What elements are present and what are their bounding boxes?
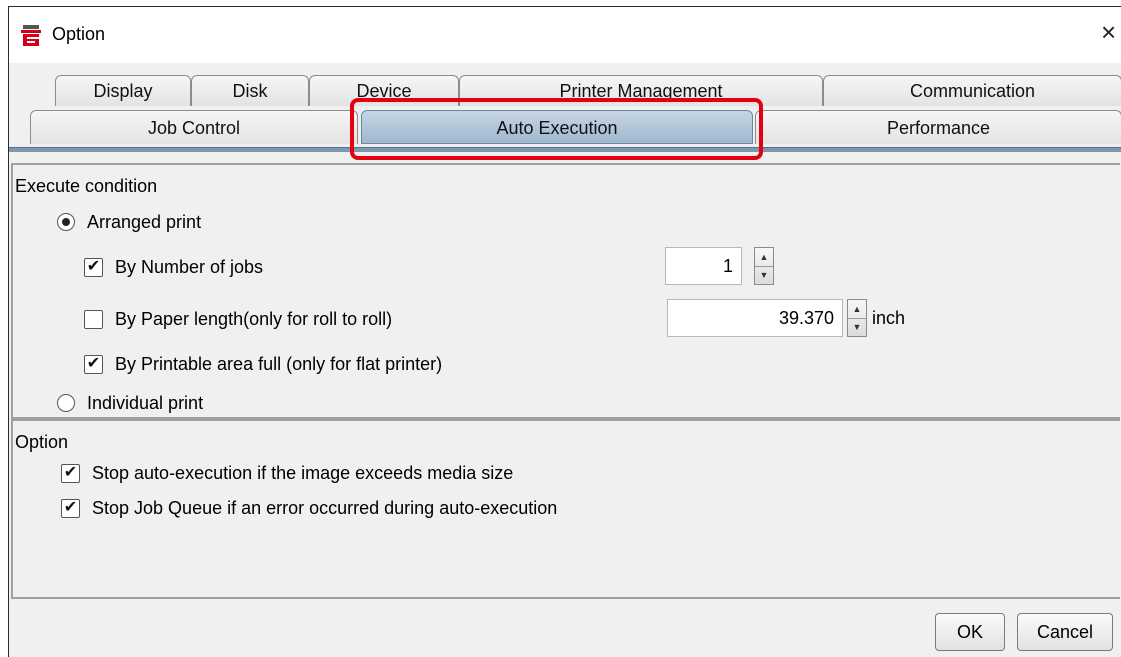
execute-condition-group: Execute condition Arranged print ✔ By Nu… [11,163,1120,419]
arranged-print-radio[interactable]: Arranged print [57,210,201,234]
stop-auto-execution-checkbox[interactable]: ✔ Stop auto-execution if the image excee… [61,461,513,485]
stop-job-queue-label: Stop Job Queue if an error occurred duri… [92,497,558,518]
cancel-button[interactable]: Cancel [1017,613,1113,651]
tab-content-border [9,147,1121,152]
tab-display[interactable]: Display [55,75,191,106]
spin-up-icon[interactable]: ▲ [755,248,773,267]
checkbox-unchecked-icon [84,309,103,329]
by-number-of-jobs-label: By Number of jobs [115,256,264,277]
radio-selected-icon [57,213,75,231]
tab-auto-execution[interactable]: Auto Execution [361,110,753,144]
checkbox-checked-icon: ✔ [84,354,103,374]
stop-auto-execution-label: Stop auto-execution if the image exceeds… [92,462,514,483]
spin-up-icon[interactable]: ▲ [848,300,866,319]
stop-job-queue-checkbox[interactable]: ✔ Stop Job Queue if an error occurred du… [61,496,557,520]
option-group: Option ✔ Stop auto-execution if the imag… [11,419,1120,599]
close-button[interactable]: × [1101,15,1121,51]
individual-print-radio[interactable]: Individual print [57,391,203,415]
spin-down-icon[interactable]: ▼ [755,266,773,284]
paper-length-field[interactable]: 39.370 [667,299,843,337]
individual-print-label: Individual print [87,392,204,413]
by-paper-length-checkbox[interactable]: By Paper length(only for roll to roll) [84,307,392,331]
tab-bar: Display Disk Device Printer Management C… [9,63,1121,155]
checkbox-checked-icon: ✔ [61,463,80,483]
option-dialog: Option × Display Disk Device Printer Man… [8,6,1121,657]
paper-length-spinner[interactable]: ▲ ▼ [847,299,867,337]
option-group-title: Option [15,432,69,452]
by-printable-area-label: By Printable area full (only for flat pr… [115,353,443,374]
radio-unselected-icon [57,394,75,412]
checkbox-checked-icon: ✔ [84,257,103,277]
tab-performance[interactable]: Performance [755,110,1121,144]
tab-communication[interactable]: Communication [823,75,1121,106]
by-paper-length-label: By Paper length(only for roll to roll) [115,308,393,329]
by-number-of-jobs-checkbox[interactable]: ✔ By Number of jobs [84,255,263,279]
close-icon: × [1101,17,1117,47]
tab-device[interactable]: Device [309,75,459,106]
arranged-print-label: Arranged print [87,211,202,232]
number-of-jobs-field[interactable]: 1 [665,247,742,285]
number-of-jobs-spinner[interactable]: ▲ ▼ [754,247,774,285]
checkbox-checked-icon: ✔ [61,498,80,518]
title-bar: Option × [9,7,1121,63]
by-printable-area-checkbox[interactable]: ✔ By Printable area full (only for flat … [84,352,442,376]
tab-disk[interactable]: Disk [191,75,309,106]
window-title: Option [52,24,106,44]
tab-job-control[interactable]: Job Control [30,110,358,144]
paper-length-unit: inch [872,308,906,328]
app-logo-icon [21,25,41,46]
execute-condition-title: Execute condition [15,176,158,196]
tab-printer-management[interactable]: Printer Management [459,75,823,106]
spin-down-icon[interactable]: ▼ [848,318,866,336]
ok-button[interactable]: OK [935,613,1005,651]
